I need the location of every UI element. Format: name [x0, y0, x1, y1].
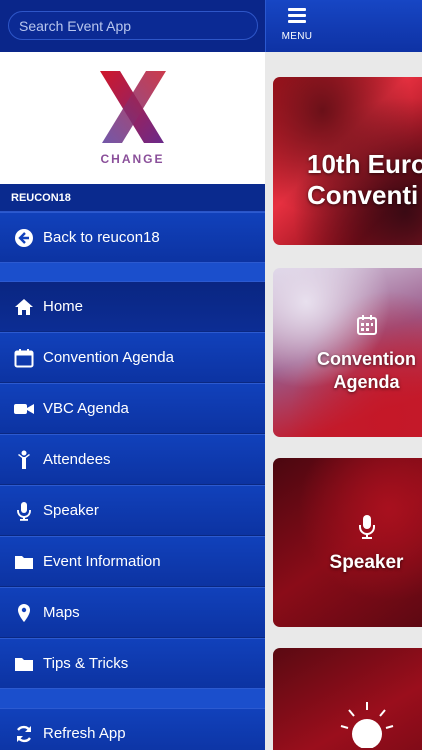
x-change-logo-mark	[96, 69, 168, 154]
map-pin-icon	[14, 603, 34, 623]
tile-title: Speaker	[329, 552, 404, 573]
back-label: Back to reucon18	[43, 229, 160, 246]
search-input[interactable]	[8, 11, 258, 40]
menu-divider	[0, 688, 265, 708]
home-icon	[14, 297, 34, 317]
search-bar	[0, 0, 265, 52]
refresh-icon	[14, 724, 34, 744]
calendar-icon	[14, 348, 34, 368]
calendar-icon	[284, 314, 422, 341]
sidebar-item-label: Home	[43, 298, 84, 315]
sidebar-item-label: Event Information	[43, 553, 161, 570]
tile-convention-title[interactable]: 10th Euro Conventi	[273, 77, 422, 245]
menu-label: MENU	[281, 31, 313, 42]
sidebar-item-home[interactable]: Home	[0, 281, 265, 332]
top-bar: MENU	[265, 0, 422, 52]
menu-button[interactable]: MENU	[266, 0, 328, 52]
tile-title: Convention Agenda	[317, 349, 416, 392]
back-arrow-icon	[14, 228, 34, 248]
folder-icon	[14, 654, 34, 674]
tile-speaker[interactable]: Speaker	[273, 458, 422, 627]
sidebar-item-label: Convention Agenda	[43, 349, 174, 366]
tile-title: 10th Euro Conventi	[307, 149, 422, 210]
sidebar-item-attendees[interactable]: Attendees	[0, 434, 265, 485]
main-content: MENU 10th Euro Conventi Convention Agend…	[265, 0, 422, 750]
person-icon	[14, 450, 34, 470]
section-header: REUCON18	[0, 184, 265, 212]
sidebar-item-label: VBC Agenda	[43, 400, 129, 417]
sidebar-item-maps[interactable]: Maps	[0, 587, 265, 638]
side-drawer: CHANGE REUCON18 Back to reucon18 Home Co…	[0, 0, 265, 750]
hamburger-icon	[288, 8, 306, 23]
tile-convention-agenda[interactable]: Convention Agenda	[273, 268, 422, 437]
tile-tips[interactable]	[273, 648, 422, 750]
folder-icon	[14, 552, 34, 572]
refresh-app-button[interactable]: Refresh App	[0, 708, 265, 750]
sidebar-item-label: Maps	[43, 604, 80, 621]
sidebar-item-convention-agenda[interactable]: Convention Agenda	[0, 332, 265, 383]
microphone-icon	[284, 514, 422, 545]
video-camera-icon	[14, 399, 34, 419]
menu-divider	[0, 262, 265, 282]
sidebar-item-label: Tips & Tricks	[43, 655, 129, 672]
refresh-label: Refresh App	[43, 725, 126, 742]
microphone-icon	[14, 501, 34, 521]
logo-text: CHANGE	[100, 152, 165, 166]
sidebar-item-label: Attendees	[43, 451, 111, 468]
sidebar-item-event-information[interactable]: Event Information	[0, 536, 265, 587]
event-logo: CHANGE	[0, 52, 265, 184]
sidebar-item-speaker[interactable]: Speaker	[0, 485, 265, 536]
back-button[interactable]: Back to reucon18	[0, 212, 265, 263]
sidebar-item-label: Speaker	[43, 502, 99, 519]
sidebar-item-vbc-agenda[interactable]: VBC Agenda	[0, 383, 265, 434]
lightbulb-icon	[284, 698, 422, 750]
sidebar-item-tips-tricks[interactable]: Tips & Tricks	[0, 638, 265, 689]
